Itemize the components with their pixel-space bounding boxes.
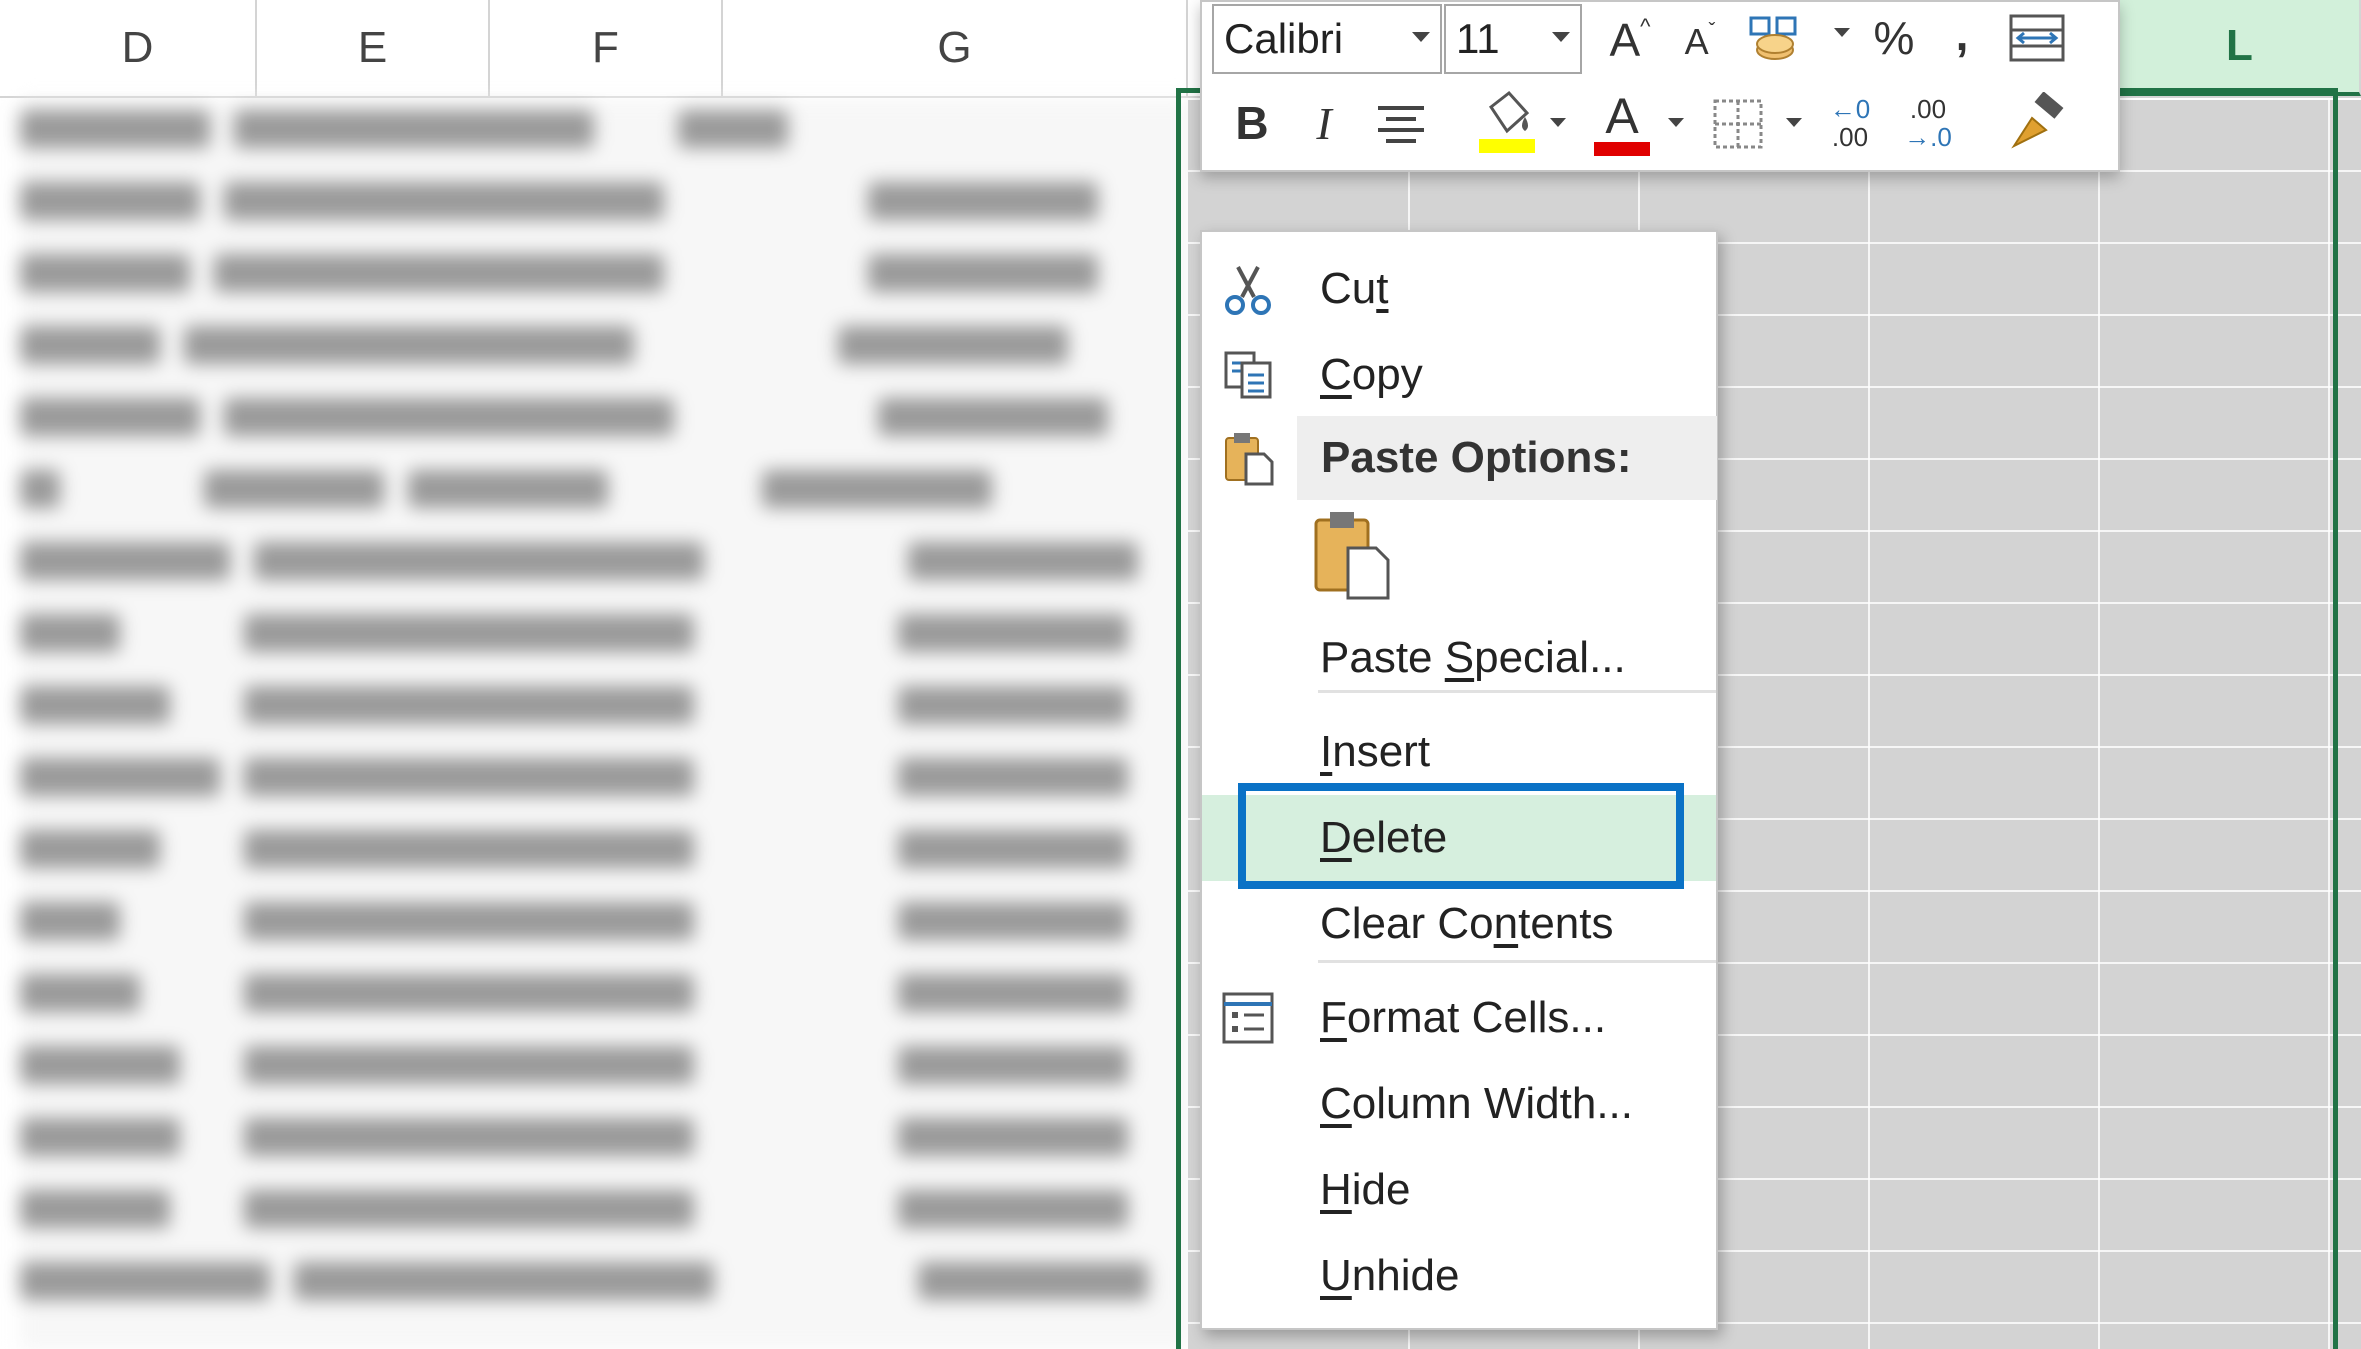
- menu-item-paste-special[interactable]: Paste Special...: [1202, 615, 1716, 701]
- font-name-combo[interactable]: Calibri: [1212, 4, 1442, 74]
- chevron-down-icon[interactable]: [1550, 118, 1566, 127]
- menu-item-clear-contents[interactable]: Clear Contents: [1202, 881, 1716, 967]
- decrease-font-size-button[interactable]: Aˇ: [1672, 12, 1728, 72]
- font-name-value: Calibri: [1224, 15, 1344, 62]
- paste-clipboard-icon: [1314, 512, 1390, 600]
- paint-bucket-icon: [1479, 90, 1535, 153]
- scissors-icon: [1225, 266, 1271, 315]
- menu-label-column-width: Column Width...: [1320, 1079, 1633, 1128]
- increase-font-icon: A: [1609, 14, 1641, 66]
- format-painter-icon: [2011, 92, 2064, 149]
- menu-separator: [1318, 960, 1716, 963]
- align-center-icon: [1378, 106, 1424, 143]
- column-header-e[interactable]: E: [257, 0, 490, 96]
- increase-decimal-bottom: .00: [1831, 122, 1869, 152]
- menu-label-clear-contents: Clear Contents: [1320, 899, 1614, 948]
- chevron-down-icon[interactable]: [1412, 32, 1430, 42]
- borders-merge-button[interactable]: [2002, 8, 2072, 68]
- merge-center-icon: [2009, 14, 2065, 62]
- menu-label-unhide: Unhide: [1320, 1251, 1460, 1300]
- copy-icon: [1224, 351, 1272, 399]
- chevron-down-icon[interactable]: [1668, 118, 1684, 127]
- chevron-down-icon[interactable]: [1786, 118, 1802, 127]
- context-menu: Cut Copy Paste Options: Paste Special...: [1200, 230, 1718, 1330]
- font-size-value: 11: [1456, 15, 1500, 62]
- chevron-down-icon[interactable]: [1834, 28, 1850, 37]
- menu-item-insert[interactable]: Insert: [1202, 709, 1716, 795]
- chevron-down-icon[interactable]: [1552, 32, 1570, 42]
- menu-item-column-width[interactable]: Column Width...: [1202, 1061, 1716, 1147]
- format-cells-icon: [1222, 992, 1274, 1044]
- bold-button[interactable]: B: [1222, 88, 1282, 158]
- center-align-button[interactable]: [1368, 92, 1434, 156]
- paste-options-header: Paste Options:: [1297, 416, 1717, 500]
- decrease-font-icon: A: [1684, 21, 1709, 62]
- percent-style-button[interactable]: %: [1862, 6, 1926, 70]
- column-header-d[interactable]: D: [20, 0, 257, 96]
- menu-label-format-cells: Format Cells...: [1320, 993, 1607, 1042]
- down-caret-icon: ˇ: [1708, 19, 1716, 42]
- accounting-number-icon: [1749, 16, 1797, 60]
- menu-item-unhide[interactable]: Unhide: [1202, 1233, 1716, 1319]
- increase-decimal-icon: ←0: [1829, 94, 1871, 124]
- borders-icon: [1713, 99, 1763, 149]
- up-caret-icon: ^: [1640, 14, 1651, 39]
- menu-label-hide: Hide: [1320, 1165, 1411, 1214]
- font-size-combo[interactable]: 11: [1444, 4, 1582, 74]
- mini-toolbar: Calibri 11 A ^ Aˇ % , B I A ←0 .00 .00 →…: [1200, 0, 2120, 172]
- decrease-decimal-icon: .00: [1909, 94, 1947, 124]
- fill-color-button[interactable]: [1472, 84, 1542, 162]
- increase-decimal-button[interactable]: ←0 .00: [1818, 90, 1882, 156]
- increase-font-size-button[interactable]: A ^: [1600, 8, 1660, 72]
- column-header-l[interactable]: L: [2120, 0, 2361, 96]
- font-color-swatch: [1594, 142, 1650, 156]
- menu-item-copy[interactable]: Copy: [1202, 332, 1716, 418]
- paste-icon: [1225, 433, 1274, 486]
- menu-label-insert: Insert: [1320, 727, 1431, 776]
- italic-button[interactable]: I: [1294, 88, 1354, 158]
- comma-style-button[interactable]: ,: [1940, 2, 1984, 66]
- menu-label-copy: Copy: [1320, 350, 1423, 399]
- menu-item-delete[interactable]: Delete: [1202, 795, 1716, 881]
- column-header-f[interactable]: F: [490, 0, 723, 96]
- font-color-icon: A: [1605, 88, 1639, 144]
- menu-item-format-cells[interactable]: Format Cells...: [1202, 975, 1716, 1061]
- decrease-decimal-bottom: →.0: [1904, 122, 1952, 152]
- menu-item-cut[interactable]: Cut: [1202, 246, 1716, 332]
- menu-item-hide[interactable]: Hide: [1202, 1147, 1716, 1233]
- accounting-format-button[interactable]: [1742, 10, 1812, 70]
- decrease-decimal-button[interactable]: .00 →.0: [1896, 90, 1960, 156]
- menu-label-delete: Delete: [1320, 813, 1448, 862]
- column-header-g[interactable]: G: [723, 0, 1188, 96]
- blurred-cell-data: [20, 100, 1190, 1349]
- paste-option-button[interactable]: [1310, 508, 1398, 604]
- menu-label-cut: Cut: [1320, 264, 1389, 313]
- borders-button[interactable]: [1708, 94, 1768, 154]
- menu-label-paste-special: Paste Special...: [1320, 633, 1626, 682]
- menu-separator: [1318, 690, 1716, 693]
- font-color-button[interactable]: A: [1587, 84, 1657, 162]
- format-painter-button[interactable]: [2002, 88, 2072, 158]
